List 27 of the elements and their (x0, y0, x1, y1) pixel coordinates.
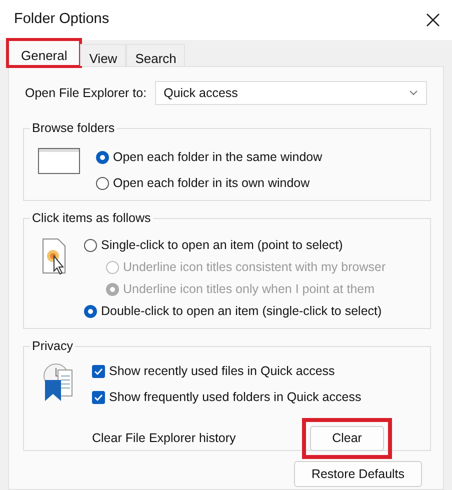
checkbox[interactable] (92, 390, 105, 404)
option-label: Open each folder in the same window (113, 148, 322, 166)
group-title: Privacy (30, 339, 75, 354)
checkbox-label: Show recently used files in Quick access (109, 362, 335, 380)
chevron-icon (408, 90, 418, 96)
tab[interactable]: View (80, 44, 126, 66)
checkbox-label: Show frequently used folders in Quick access (109, 388, 362, 406)
restore-defaults-button[interactable]: Restore Defaults (294, 461, 422, 487)
dropdown[interactable]: Quick access (154, 81, 427, 105)
option-label: Underline icon titles only when I point at them (123, 280, 375, 298)
field-label: Open File Explorer to: (25, 84, 147, 102)
clear-button[interactable]: Clear (310, 426, 384, 451)
radio-button[interactable] (84, 304, 97, 318)
history-label: Clear File Explorer history (92, 430, 236, 448)
window-icon (38, 148, 80, 174)
radio-button[interactable] (96, 150, 109, 164)
radio-button[interactable] (96, 176, 109, 190)
tab[interactable]: Search (126, 44, 186, 66)
option-label: Single-click to open an item (point to select) (101, 236, 343, 254)
checkbox[interactable] (92, 364, 105, 378)
close-icon[interactable] (426, 13, 440, 27)
option-label: Open each folder in its own window (113, 174, 310, 192)
tab[interactable]: General (8, 40, 80, 66)
window-title: Folder Options (14, 10, 110, 30)
option-label: Double-click to open an item (single-click to select) (101, 302, 382, 320)
option-label: Underline icon titles consistent with my browser (123, 258, 386, 276)
radio-button[interactable] (84, 238, 97, 252)
